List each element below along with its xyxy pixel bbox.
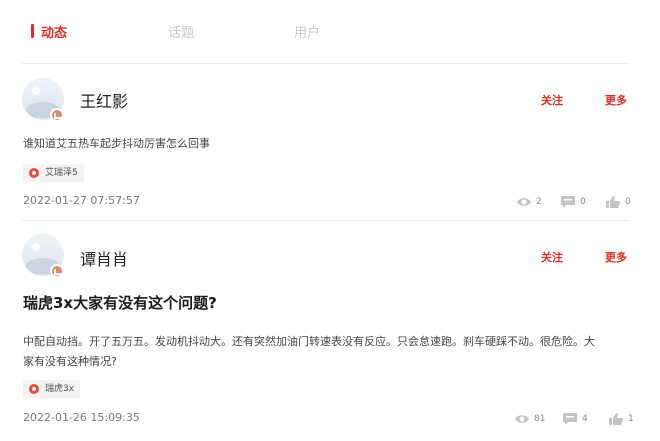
follow-button[interactable]: 关注	[541, 249, 563, 265]
post-body-line: 家有没有这种情况?	[23, 355, 117, 368]
tabs-divider	[22, 63, 630, 64]
tab-bar: 动态 话题 用户	[0, 0, 660, 62]
topic-tag-icon	[29, 168, 39, 178]
active-tab-indicator	[31, 24, 34, 38]
post-title[interactable]: 瑞虎3x大家有没有这个问题?	[23, 292, 217, 313]
post-card[interactable]: 谭肖肖 关注 更多 瑞虎3x大家有没有这个问题? 中配自动挡。开了五万五。发动机…	[0, 222, 660, 441]
comment-icon	[561, 196, 575, 208]
post-card[interactable]: 王红影 关注 更多 谁知道艾五热车起步抖动厉害怎么回事 艾瑞泽5 2022-01…	[0, 66, 660, 218]
user-level-badge-icon	[50, 264, 64, 278]
post-divider	[22, 220, 630, 221]
post-body: 谁知道艾五热车起步抖动厉害怎么回事	[23, 137, 210, 150]
username[interactable]: 王红影	[80, 88, 128, 112]
username[interactable]: 谭肖肖	[80, 246, 128, 270]
topic-tag-label: 瑞虎3x	[45, 384, 75, 394]
view-count: 81	[514, 412, 548, 426]
post-body: 中配自动挡。开了五万五。发动机抖动大。还有突然加油门转速表没有反应。只会怠速跑。…	[23, 332, 613, 372]
tab-topics[interactable]: 话题	[168, 22, 194, 41]
user-level-badge-icon	[50, 108, 64, 122]
comment-count[interactable]: 4	[562, 412, 594, 426]
comment-count-value: 0	[580, 197, 586, 207]
view-count-value: 2	[536, 197, 542, 207]
topic-tag-icon	[29, 384, 39, 394]
like-count-value: 1	[628, 414, 634, 424]
like-count[interactable]: 1	[608, 412, 640, 426]
tab-dynamics[interactable]: 动态	[41, 22, 67, 41]
eye-icon	[517, 198, 531, 206]
like-count-value: 0	[625, 197, 631, 207]
post-timestamp: 2022-01-27 07:57:57	[23, 194, 140, 207]
comment-icon	[563, 413, 577, 425]
view-count: 2	[516, 195, 548, 209]
topic-tag[interactable]: 瑞虎3x	[23, 380, 81, 398]
like-count[interactable]: 0	[605, 195, 637, 209]
thumbs-up-icon	[606, 196, 621, 208]
post-timestamp: 2022-01-26 15:09:35	[23, 411, 140, 424]
comment-count-value: 4	[582, 414, 588, 424]
topic-tag[interactable]: 艾瑞泽5	[23, 164, 84, 182]
view-count-value: 81	[534, 414, 546, 424]
community-feed: 动态 话题 用户 王红影 关注 更多 谁知道艾五热车起步抖动厉害怎么回事 艾瑞泽…	[0, 0, 660, 441]
comment-count[interactable]: 0	[560, 195, 592, 209]
more-button[interactable]: 更多	[605, 92, 627, 108]
eye-icon	[515, 415, 529, 423]
post-body-line: 中配自动挡。开了五万五。发动机抖动大。还有突然加油门转速表没有反应。只会怠速跑。…	[23, 335, 595, 348]
more-button[interactable]: 更多	[605, 249, 627, 265]
follow-button[interactable]: 关注	[541, 92, 563, 108]
tab-users[interactable]: 用户	[294, 22, 320, 41]
thumbs-up-icon	[609, 413, 624, 425]
topic-tag-label: 艾瑞泽5	[45, 168, 78, 178]
